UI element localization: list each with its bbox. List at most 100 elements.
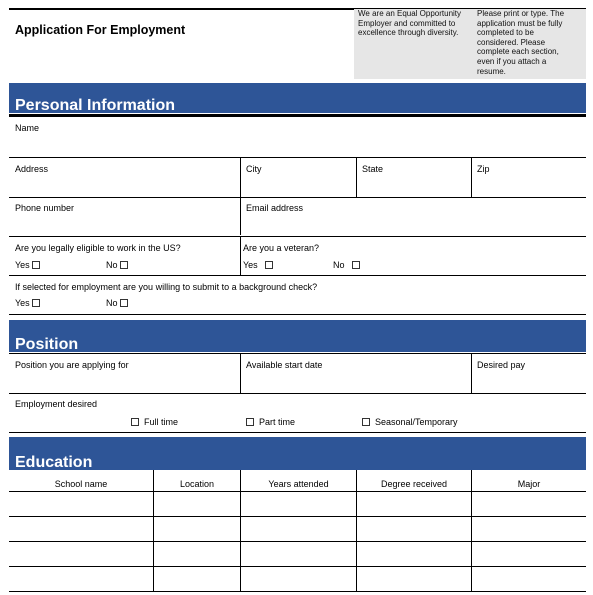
start-date-field[interactable]	[241, 372, 470, 392]
education-cell-major[interactable]	[472, 567, 590, 591]
veteran-yes-option[interactable]: Yes	[243, 260, 274, 271]
section-heading-position: Position	[15, 336, 79, 353]
no-label: No	[106, 298, 118, 308]
education-cell-location[interactable]	[154, 542, 244, 566]
seasonal-option[interactable]: Seasonal/Temporary	[362, 417, 458, 428]
column-header-degree: Degree received	[380, 479, 448, 489]
background-no-checkbox[interactable]	[120, 299, 129, 307]
part-time-label: Part time	[259, 417, 296, 427]
seasonal-label: Seasonal/Temporary	[375, 417, 458, 427]
full-time-label: Full time	[144, 417, 179, 427]
city-label: City	[246, 164, 262, 174]
education-cell-major[interactable]	[472, 542, 590, 566]
yes-label: Yes	[15, 260, 30, 270]
divider	[9, 393, 586, 394]
zip-label: Zip	[477, 164, 490, 174]
column-header-location: Location	[179, 479, 215, 489]
phone-field[interactable]	[9, 215, 239, 235]
no-label: No	[106, 260, 118, 270]
divider	[9, 236, 586, 237]
eligible-yes-checkbox[interactable]	[32, 261, 41, 269]
education-cell-years[interactable]	[241, 542, 360, 566]
address-label: Address	[15, 164, 49, 174]
divider	[9, 353, 586, 354]
column-header-years: Years attended	[268, 479, 329, 489]
part-time-option[interactable]: Part time	[246, 417, 295, 428]
state-field[interactable]	[357, 176, 470, 196]
full-time-option[interactable]: Full time	[131, 417, 178, 428]
education-cell-school[interactable]	[9, 542, 157, 566]
divider	[9, 197, 586, 198]
divider	[471, 157, 472, 197]
divider	[9, 314, 586, 315]
full-time-checkbox[interactable]	[131, 418, 139, 426]
education-cell-school[interactable]	[9, 567, 157, 591]
education-cell-degree[interactable]	[357, 542, 475, 566]
yes-label: Yes	[243, 260, 258, 270]
header-top-rule	[9, 8, 354, 10]
yes-label: Yes	[15, 298, 30, 308]
email-field[interactable]	[241, 215, 586, 235]
section-rule	[9, 114, 586, 117]
eligible-yes-option[interactable]: Yes	[15, 260, 41, 271]
veteran-no-checkbox[interactable]	[352, 261, 361, 269]
page-title: Application For Employment	[15, 23, 186, 37]
eeo-notice-text: We are an Equal Opportunity Employer and…	[358, 9, 462, 38]
education-cell-years[interactable]	[241, 492, 360, 516]
education-cell-location[interactable]	[154, 492, 244, 516]
eligible-no-option[interactable]: No	[106, 260, 129, 271]
education-cell-degree[interactable]	[357, 567, 475, 591]
column-header-major: Major	[517, 479, 541, 489]
education-cell-major[interactable]	[472, 492, 590, 516]
education-cell-location[interactable]	[154, 517, 244, 541]
column-header-school: School name	[54, 479, 108, 489]
education-cell-school[interactable]	[9, 492, 157, 516]
background-no-option[interactable]: No	[106, 298, 129, 309]
divider	[471, 353, 472, 393]
zip-field[interactable]	[472, 176, 586, 196]
start-date-label: Available start date	[246, 360, 323, 370]
veteran-yes-checkbox[interactable]	[265, 261, 274, 269]
position-applying-field[interactable]	[9, 372, 239, 392]
education-cell-school[interactable]	[9, 517, 157, 541]
no-label: No	[333, 260, 345, 270]
seasonal-checkbox[interactable]	[362, 418, 370, 426]
name-label: Name	[15, 123, 40, 133]
position-applying-label: Position you are applying for	[15, 360, 129, 370]
employment-desired-label: Employment desired	[15, 399, 98, 409]
education-cell-degree[interactable]	[357, 517, 475, 541]
section-bar-position: Position	[9, 320, 586, 353]
email-label: Email address	[246, 203, 304, 213]
veteran-question: Are you a veteran?	[243, 243, 320, 253]
city-field[interactable]	[241, 176, 355, 196]
education-cell-major[interactable]	[472, 517, 590, 541]
divider	[9, 157, 586, 158]
section-heading-personal: Personal Information	[15, 97, 176, 114]
veteran-no-option[interactable]: No	[333, 260, 361, 271]
section-bar-personal: Personal Information	[9, 83, 586, 114]
divider	[240, 236, 241, 275]
divider	[240, 353, 241, 393]
desired-pay-field[interactable]	[472, 372, 586, 392]
instructions-notice: Please print or type. The application mu…	[472, 9, 586, 79]
part-time-checkbox[interactable]	[246, 418, 254, 426]
section-bar-education: Education	[9, 437, 586, 471]
eligible-no-checkbox[interactable]	[120, 261, 129, 269]
state-label: State	[362, 164, 384, 174]
name-field[interactable]	[9, 136, 586, 156]
divider	[9, 275, 586, 276]
education-cell-years[interactable]	[241, 517, 360, 541]
background-yes-checkbox[interactable]	[32, 299, 41, 307]
divider	[356, 157, 357, 197]
eeo-notice: We are an Equal Opportunity Employer and…	[354, 9, 476, 79]
background-yes-option[interactable]: Yes	[15, 298, 41, 309]
education-cell-years[interactable]	[241, 567, 360, 591]
desired-pay-label: Desired pay	[477, 360, 526, 370]
instructions-text: Please print or type. The application mu…	[477, 9, 565, 76]
education-cell-degree[interactable]	[357, 492, 475, 516]
phone-label: Phone number	[15, 203, 75, 213]
education-cell-location[interactable]	[154, 567, 244, 591]
divider	[9, 432, 586, 433]
divider	[9, 591, 586, 592]
address-field[interactable]	[9, 176, 239, 196]
